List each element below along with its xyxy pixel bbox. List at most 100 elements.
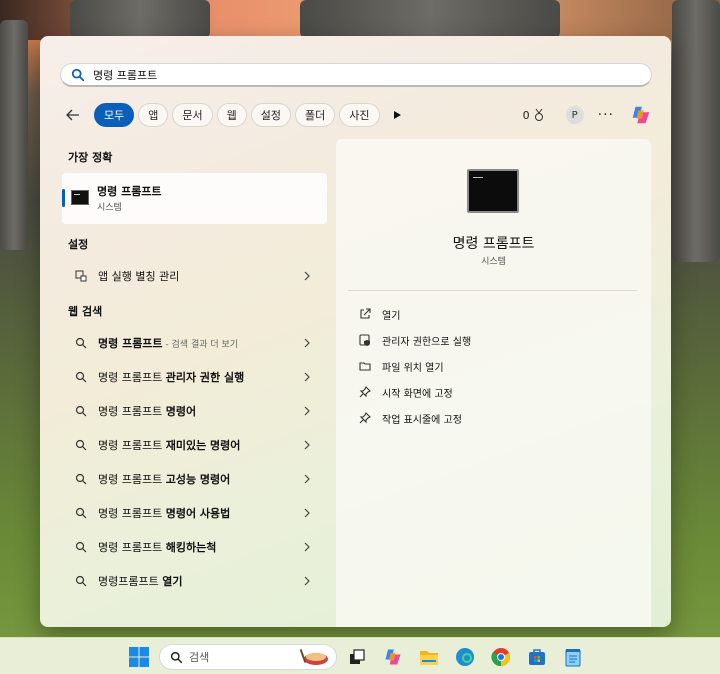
web-result-bold: 열기 <box>162 575 183 588</box>
store-icon[interactable] <box>526 646 548 668</box>
copilot-icon[interactable] <box>630 104 652 126</box>
rewards-points-value: 0 <box>522 108 530 122</box>
web-result-bold: 고성능 명령어 <box>165 473 231 486</box>
back-arrow-icon[interactable] <box>64 106 82 124</box>
action-label: 파일 위치 열기 <box>382 362 444 374</box>
web-result-bold: 재미있는 명령어 <box>165 439 241 452</box>
filter-chip-photos[interactable]: 사진 <box>339 103 380 127</box>
web-result-item[interactable]: 명령프롬프트 열기 <box>62 566 327 596</box>
web-result-label: 명령 프롬프트 고성능 명령어 <box>98 471 301 487</box>
copilot-icon[interactable] <box>382 646 404 668</box>
taskbar-search-box[interactable]: 검색 <box>159 644 337 670</box>
filter-chip-all[interactable]: 모두 <box>94 103 135 127</box>
web-result-item[interactable]: 명령 프롬프트 고성능 명령어 <box>62 464 327 494</box>
web-result-label: 명령 프롬프트 명령어 <box>98 403 301 419</box>
chevron-right-icon <box>301 337 313 349</box>
detail-panel: 명령 프롬프트 시스템 열기 관리자 권한으로 실행 파일 위치 열기 시작 화… <box>336 139 651 627</box>
chevron-right-icon <box>301 270 313 282</box>
settings-heading: 설정 <box>68 238 89 251</box>
folder-icon <box>358 359 372 373</box>
web-result-prefix: 명령 프롬프트 <box>98 439 166 452</box>
filter-chip-documents[interactable]: 문서 <box>172 103 213 127</box>
search-icon <box>74 404 88 418</box>
web-result-prefix: 명령 프롬프트 <box>98 337 163 350</box>
web-result-item[interactable]: 명령 프롬프트 - 검색 결과 더 보기 <box>62 328 327 358</box>
web-result-prefix: 명령 프롬프트 <box>98 473 166 486</box>
action-pin-to-start[interactable]: 시작 화면에 고정 <box>358 383 453 401</box>
web-result-bold: 명령어 <box>165 405 197 418</box>
web-result-label: 명령 프롬프트 관리자 권한 실행 <box>98 369 301 385</box>
chrome-icon[interactable] <box>490 646 512 668</box>
search-icon <box>74 472 88 486</box>
app-alias-settings-icon <box>74 269 88 283</box>
web-result-prefix: 명령 프롬프트 <box>98 507 166 520</box>
filter-chip-folders[interactable]: 폴더 <box>295 103 336 127</box>
action-label: 관리자 권한으로 실행 <box>382 336 472 348</box>
search-icon <box>74 574 88 588</box>
more-options-icon[interactable]: ··· <box>598 107 614 123</box>
avatar[interactable]: P <box>565 106 584 124</box>
search-icon <box>74 540 88 554</box>
filter-chip-web[interactable]: 웹 <box>216 103 247 127</box>
task-view-icon[interactable] <box>346 646 368 668</box>
action-pin-to-taskbar[interactable]: 작업 표시줄에 고정 <box>358 409 462 427</box>
search-icon <box>74 438 88 452</box>
pin-icon <box>358 411 372 425</box>
taskbar-search-placeholder: 검색 <box>189 651 210 664</box>
shield-admin-icon <box>358 333 372 347</box>
action-run-as-admin[interactable]: 관리자 권한으로 실행 <box>358 331 471 349</box>
wallpaper-stone <box>672 0 720 262</box>
web-result-hint: - 검색 결과 더 보기 <box>162 340 239 350</box>
search-box[interactable]: 명령 프롬프트 <box>60 63 652 87</box>
open-external-icon <box>358 307 372 321</box>
web-result-prefix: 명령 프롬프트 <box>98 405 166 418</box>
chevron-right-icon <box>301 439 313 451</box>
rewards-points[interactable]: 0 <box>523 108 546 122</box>
search-icon <box>71 68 85 81</box>
rewards-medal-icon <box>534 108 543 121</box>
taskbar: 검색 <box>0 637 720 674</box>
command-prompt-icon <box>71 190 89 205</box>
chevron-right-icon <box>301 371 313 383</box>
detail-title: 명령 프롬프트 <box>452 236 535 252</box>
web-result-label: 명령 프롬프트 명령어 사용법 <box>98 505 301 521</box>
chevron-right-icon <box>301 575 313 587</box>
edge-icon[interactable] <box>454 646 476 668</box>
web-result-item[interactable]: 명령 프롬프트 명령어 사용법 <box>62 498 327 528</box>
more-filters-play-icon[interactable] <box>392 109 404 121</box>
best-match-name: 명령 프롬프트 <box>97 185 162 198</box>
best-match-type: 시스템 <box>97 203 122 213</box>
best-match-item[interactable]: 명령 프롬프트 시스템 <box>62 173 327 224</box>
search-icon <box>74 506 88 520</box>
web-result-label: 명령 프롬프트 - 검색 결과 더 보기 <box>98 335 301 351</box>
chevron-right-icon <box>301 405 313 417</box>
web-result-bold: 해킹하는척 <box>165 541 217 554</box>
action-open[interactable]: 열기 <box>358 305 400 323</box>
notepad-icon[interactable] <box>562 646 584 668</box>
command-prompt-icon <box>467 169 519 213</box>
action-label: 시작 화면에 고정 <box>382 388 453 400</box>
selection-accent <box>62 189 65 207</box>
chevron-right-icon <box>301 507 313 519</box>
detail-subtitle: 시스템 <box>481 257 506 267</box>
filter-chip-apps[interactable]: 앱 <box>138 103 169 127</box>
web-result-prefix: 명령 프롬프트 <box>98 541 166 554</box>
filter-bar: 모두 앱 문서 웹 설정 폴더 사진 0 P ··· <box>64 102 652 128</box>
web-result-item[interactable]: 명령 프롬프트 해킹하는척 <box>62 532 327 562</box>
file-explorer-icon[interactable] <box>418 646 440 668</box>
chevron-right-icon <box>301 541 313 553</box>
web-result-item[interactable]: 명령 프롬프트 관리자 권한 실행 <box>62 362 327 392</box>
wallpaper-stone <box>300 0 560 38</box>
search-input[interactable]: 명령 프롬프트 <box>93 67 157 83</box>
best-match-heading: 가장 정확 <box>68 151 113 164</box>
action-label: 열기 <box>382 310 401 322</box>
web-result-label: 명령프롬프트 열기 <box>98 573 301 589</box>
web-result-item[interactable]: 명령 프롬프트 명령어 <box>62 396 327 426</box>
settings-item-app-alias[interactable]: 앱 실행 별칭 관리 <box>62 261 327 291</box>
filter-chip-settings[interactable]: 설정 <box>250 103 291 127</box>
web-result-item[interactable]: 명령 프롬프트 재미있는 명령어 <box>62 430 327 460</box>
wallpaper-stone <box>0 20 28 250</box>
web-search-heading: 웹 검색 <box>68 305 103 318</box>
start-icon[interactable] <box>128 646 150 668</box>
action-open-file-location[interactable]: 파일 위치 열기 <box>358 357 444 375</box>
